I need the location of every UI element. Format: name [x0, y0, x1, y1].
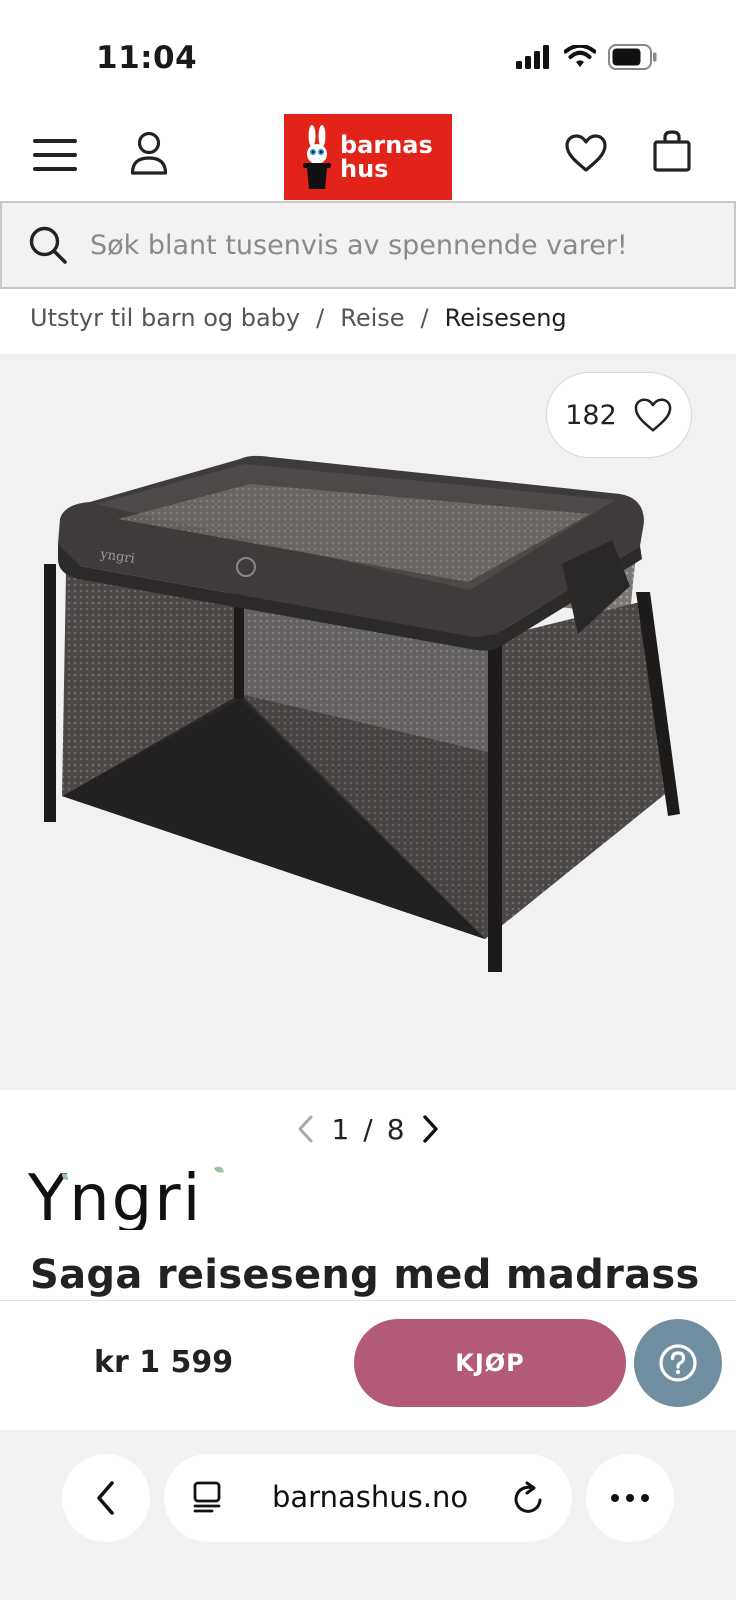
- pager-current: 1: [331, 1112, 350, 1146]
- battery-icon: [608, 44, 657, 70]
- reload-icon[interactable]: [512, 1480, 546, 1516]
- breadcrumb-separator: /: [420, 304, 429, 332]
- product-title: Saga reiseseng med madrass: [30, 1252, 700, 1298]
- breadcrumb-item-travel-cot: Reiseseng: [444, 304, 567, 332]
- wifi-icon: [564, 45, 596, 67]
- question-icon: [659, 1344, 697, 1382]
- search-input[interactable]: [90, 229, 690, 261]
- product-price: kr 1 599: [94, 1345, 234, 1380]
- pager-separator: /: [363, 1112, 373, 1146]
- bag-icon[interactable]: [650, 124, 694, 178]
- chevron-right-icon[interactable]: [419, 1114, 441, 1144]
- breadcrumb-item-travel[interactable]: Reise: [340, 304, 404, 332]
- breadcrumb: Utstyr til barn og baby / Reise / Reises…: [30, 304, 567, 332]
- address-bar[interactable]: barnashus.no: [164, 1454, 572, 1542]
- favorite-count: 182: [565, 399, 617, 431]
- search-bar[interactable]: [0, 201, 736, 289]
- site-logo[interactable]: barnas hus: [284, 114, 452, 200]
- browser-more-button[interactable]: [586, 1454, 674, 1542]
- heart-icon: [634, 398, 672, 432]
- buy-button[interactable]: KJØP: [354, 1319, 626, 1407]
- favorite-button[interactable]: 182: [546, 372, 692, 458]
- status-icons: [516, 44, 658, 70]
- status-time: 11:04: [96, 40, 198, 76]
- browser-back-button[interactable]: [62, 1454, 150, 1542]
- user-icon[interactable]: [126, 126, 172, 180]
- svg-text:Yngri: Yngri: [28, 1162, 202, 1230]
- brand-logo[interactable]: Yngri: [28, 1160, 228, 1230]
- chevron-left-icon[interactable]: [295, 1114, 317, 1144]
- logo-text: barnas hus: [340, 131, 433, 183]
- site-header: barnas hus: [0, 108, 736, 200]
- browser-toolbar: barnashus.no: [0, 1430, 736, 1600]
- sticky-buy-bar: kr 1 599 KJØP: [0, 1300, 736, 1430]
- breadcrumb-separator: /: [316, 304, 325, 332]
- rabbit-hat-logo-icon: [303, 125, 331, 189]
- image-pager: 1 / 8: [0, 1108, 736, 1150]
- breadcrumb-item-equipment[interactable]: Utstyr til barn og baby: [30, 304, 300, 332]
- wishlist-heart-icon[interactable]: [560, 128, 612, 178]
- url-text: barnashus.no: [272, 1480, 469, 1514]
- signal-icon: [516, 45, 549, 69]
- tabs-icon[interactable]: [192, 1480, 222, 1514]
- pager-total: 8: [386, 1112, 405, 1146]
- travel-cot-product-image: yngri: [44, 455, 680, 972]
- product-image-gallery[interactable]: yngri 182: [0, 354, 736, 1090]
- search-icon: [28, 225, 68, 265]
- chevron-left-icon: [97, 1481, 114, 1515]
- help-button[interactable]: [634, 1319, 722, 1407]
- status-bar: 11:04: [0, 0, 736, 110]
- more-icon: [611, 1494, 649, 1502]
- menu-icon[interactable]: [30, 132, 80, 178]
